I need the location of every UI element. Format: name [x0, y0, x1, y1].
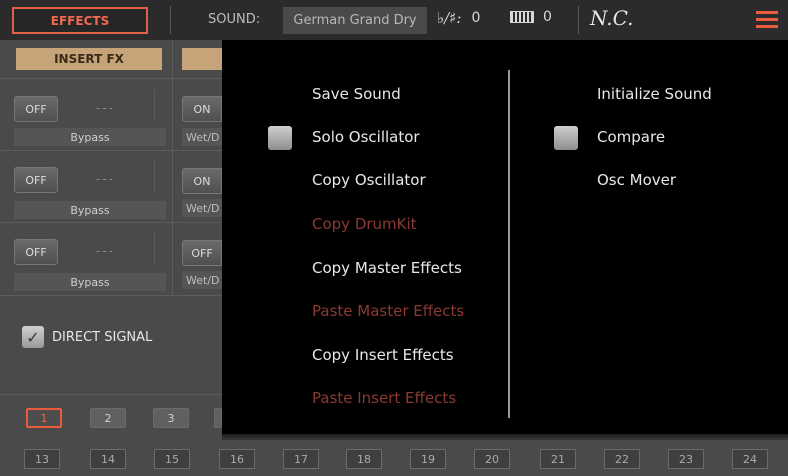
transpose-value: 0 — [471, 10, 481, 26]
divider — [0, 295, 222, 296]
top-bar: EFFECTS SOUND: German Grand Dry ♭/♯: 0 0… — [0, 0, 788, 40]
slot-1-right-button[interactable]: ON — [182, 96, 222, 122]
track-20-button[interactable]: 20 — [474, 449, 510, 469]
track-15-button[interactable]: 15 — [154, 449, 190, 469]
menu-item-copy-master-effects[interactable]: Copy Master Effects — [312, 259, 462, 277]
compare-checkbox[interactable] — [554, 126, 578, 150]
chord-display: N.C. — [590, 6, 634, 30]
transpose-glyph: ♭/♯: — [437, 9, 462, 27]
keyboard-icon — [510, 11, 534, 23]
track-1-button[interactable]: 1 — [26, 408, 62, 428]
track-23-button[interactable]: 23 — [668, 449, 704, 469]
slot-3-right-button[interactable]: OFF — [182, 240, 222, 266]
track-18-button[interactable]: 18 — [346, 449, 382, 469]
direct-signal-label: DIRECT SIGNAL — [52, 329, 153, 345]
slot-2-right-button[interactable]: ON — [182, 168, 222, 194]
slot-2-bypass-label: Bypass — [14, 201, 166, 219]
transpose-display[interactable]: ♭/♯: 0 — [437, 9, 480, 27]
slot-1-right-label: Wet/D — [182, 128, 222, 146]
slot-3-right-label: Wet/D — [182, 271, 222, 289]
octave-value: 0 — [543, 9, 552, 25]
menu-item-paste-master-effects: Paste Master Effects — [312, 302, 465, 320]
menu-item-osc-mover[interactable]: Osc Mover — [597, 171, 676, 189]
sound-label: SOUND: — [208, 12, 261, 27]
menu-column-divider — [508, 70, 510, 418]
track-17-button[interactable]: 17 — [283, 449, 319, 469]
menu-item-save-sound[interactable]: Save Sound — [312, 85, 401, 103]
divider — [154, 90, 155, 122]
separator — [578, 6, 579, 34]
divider — [0, 394, 222, 395]
menu-item-copy-drumkit: Copy DrumKit — [312, 215, 417, 233]
checkmark-icon: ✓ — [22, 326, 44, 348]
slot-3-off-button[interactable]: OFF — [14, 239, 58, 265]
insert-fx-tab[interactable]: INSERT FX — [16, 48, 162, 70]
sound-name-field[interactable]: German Grand Dry — [283, 7, 427, 34]
divider — [154, 232, 155, 264]
separator — [170, 6, 171, 34]
track-21-button[interactable]: 21 — [540, 449, 576, 469]
menu-item-compare[interactable]: Compare — [597, 128, 665, 146]
divider — [0, 78, 222, 79]
slot-3-effect-name: --- — [96, 244, 115, 258]
track-16-button[interactable]: 16 — [219, 449, 255, 469]
track-3-button[interactable]: 3 — [153, 408, 189, 428]
track-4-button[interactable] — [214, 408, 222, 428]
track-19-button[interactable]: 19 — [410, 449, 446, 469]
slot-2-off-button[interactable]: OFF — [14, 167, 58, 193]
track-2-button[interactable]: 2 — [90, 408, 126, 428]
menu-item-paste-insert-effects: Paste Insert Effects — [312, 389, 457, 407]
slot-1-off-button[interactable]: OFF — [14, 96, 58, 122]
slot-1-effect-name: --- — [96, 101, 115, 115]
popup-shadow — [222, 434, 788, 440]
slot-1-bypass-label: Bypass — [14, 128, 166, 146]
solo-oscillator-checkbox[interactable] — [268, 126, 292, 150]
menu-item-initialize-sound[interactable]: Initialize Sound — [597, 85, 712, 103]
octave-display[interactable]: 0 — [510, 9, 552, 25]
menu-item-copy-insert-effects[interactable]: Copy Insert Effects — [312, 346, 454, 364]
effects-tab[interactable]: EFFECTS — [12, 7, 148, 34]
slot-2-effect-name: --- — [96, 172, 115, 186]
direct-signal-checkbox[interactable]: ✓ DIRECT SIGNAL — [22, 326, 152, 348]
track-14-button[interactable]: 14 — [90, 449, 126, 469]
menu-item-solo-oscillator[interactable]: Solo Oscillator — [312, 128, 420, 146]
divider — [154, 160, 155, 192]
divider — [172, 40, 173, 295]
track-24-button[interactable]: 24 — [732, 449, 768, 469]
page-menu-popup: Save Sound Solo Oscillator Copy Oscillat… — [222, 40, 788, 434]
slot-3-bypass-label: Bypass — [14, 273, 166, 291]
menu-list-icon[interactable] — [756, 11, 778, 29]
divider — [0, 222, 222, 223]
divider — [0, 150, 222, 151]
track-13-button[interactable]: 13 — [24, 449, 60, 469]
menu-item-copy-oscillator[interactable]: Copy Oscillator — [312, 171, 426, 189]
track-22-button[interactable]: 22 — [604, 449, 640, 469]
slot-2-right-label: Wet/D — [182, 199, 222, 217]
